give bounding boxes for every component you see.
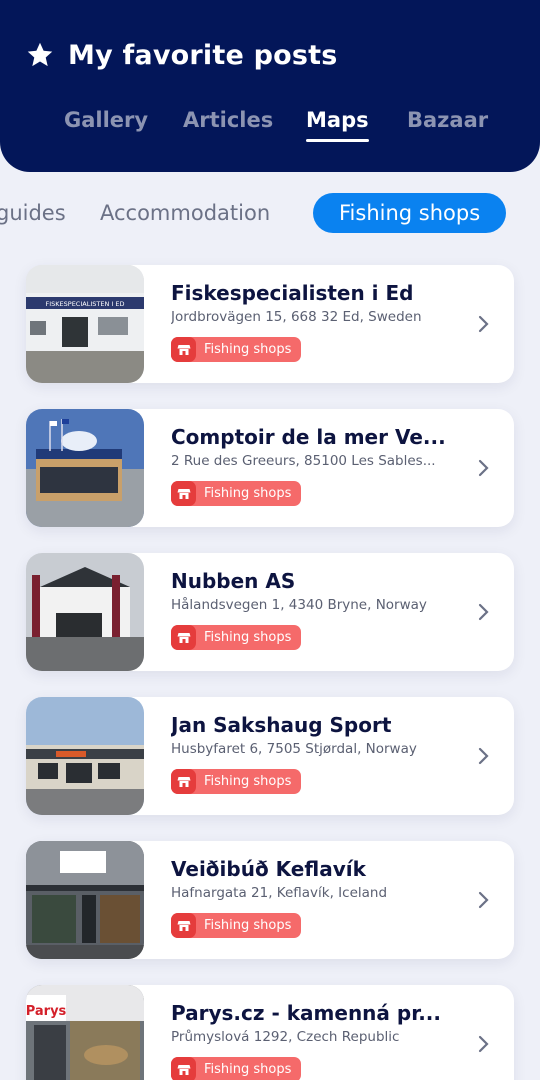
shop-icon xyxy=(171,913,196,938)
category-label: Fishing shops xyxy=(204,918,292,933)
shop-sign: Parys xyxy=(26,1004,67,1019)
list-item[interactable]: Veiðibúð Keflavík Hafnargata 21, Keflaví… xyxy=(26,841,514,959)
place-address: Jordbrovägen 15, 668 32 Ed, Sweden xyxy=(171,309,422,325)
list-item[interactable]: Nubben AS Hålandsvegen 1, 4340 Bryne, No… xyxy=(26,553,514,671)
chevron-right-icon xyxy=(478,1035,489,1053)
filter-accommodation[interactable]: Accommodation xyxy=(100,193,270,233)
title-row: My favorite posts xyxy=(26,36,338,74)
chevron-right-icon xyxy=(478,891,489,909)
tab-maps[interactable]: Maps xyxy=(306,108,369,142)
tab-articles[interactable]: Articles xyxy=(183,108,273,142)
chevron-right-icon xyxy=(478,459,489,477)
list-item[interactable]: FISKESPECIALISTEN I ED Fiskespecialisten… xyxy=(26,265,514,383)
place-name: Fiskespecialisten i Ed xyxy=(171,281,414,305)
place-name: Parys.cz - kamenná pr... xyxy=(171,1001,441,1025)
shop-icon xyxy=(171,769,196,794)
tab-gallery[interactable]: Gallery xyxy=(64,108,148,142)
filter-guides[interactable]: guides xyxy=(0,193,66,233)
tab-bazaar[interactable]: Bazaar xyxy=(407,108,488,142)
list-item[interactable]: Parys Parys.cz - kamenná pr... Průmyslov… xyxy=(26,985,514,1080)
category-label: Fishing shops xyxy=(204,342,292,357)
place-address: Průmyslová 1292, Czech Republic xyxy=(171,1029,400,1045)
star-icon xyxy=(27,42,53,67)
place-name: Veiðibúð Keflavík xyxy=(171,857,366,881)
shop-sign: FISKESPECIALISTEN I ED xyxy=(46,300,125,308)
filter-fishing-shops[interactable]: Fishing shops xyxy=(313,193,507,233)
shop-photo xyxy=(26,409,144,527)
list-item[interactable]: Comptoir de la mer Ve... 2 Rue des Greeu… xyxy=(26,409,514,527)
shop-photo: FISKESPECIALISTEN I ED xyxy=(26,265,144,383)
list-item[interactable]: Jan Sakshaug Sport Husbyfaret 6, 7505 St… xyxy=(26,697,514,815)
place-name: Comptoir de la mer Ve... xyxy=(171,425,446,449)
category-badge: Fishing shops xyxy=(171,769,302,794)
tab-bar: Gallery Articles Maps Bazaar xyxy=(0,108,540,142)
chevron-right-icon xyxy=(478,315,489,333)
place-address: Hålandsvegen 1, 4340 Bryne, Norway xyxy=(171,597,427,613)
category-label: Fishing shops xyxy=(204,486,292,501)
shop-photo xyxy=(26,841,144,959)
shop-icon xyxy=(171,481,196,506)
page-title: My favorite posts xyxy=(68,39,338,71)
place-name: Jan Sakshaug Sport xyxy=(171,713,392,737)
chevron-right-icon xyxy=(478,747,489,765)
category-label: Fishing shops xyxy=(204,630,292,645)
shop-icon xyxy=(171,1057,196,1080)
shop-photo: Parys xyxy=(26,985,144,1080)
category-badge: Fishing shops xyxy=(171,337,302,362)
shop-icon xyxy=(171,337,196,362)
category-badge: Fishing shops xyxy=(171,481,302,506)
category-badge: Fishing shops xyxy=(171,625,302,650)
category-badge: Fishing shops xyxy=(171,913,302,938)
category-badge: Fishing shops xyxy=(171,1057,302,1080)
category-label: Fishing shops xyxy=(204,774,292,789)
category-label: Fishing shops xyxy=(204,1062,292,1077)
chevron-right-icon xyxy=(478,603,489,621)
shop-photo xyxy=(26,553,144,671)
header: My favorite posts Gallery Articles Maps … xyxy=(0,0,540,172)
place-address: 2 Rue des Greeurs, 85100 Les Sables... xyxy=(171,453,436,469)
shop-photo xyxy=(26,697,144,815)
category-filter-bar: guides Accommodation Fishing shops xyxy=(0,193,540,233)
place-name: Nubben AS xyxy=(171,569,296,593)
shop-icon xyxy=(171,625,196,650)
place-address: Hafnargata 21, Keflavík, Iceland xyxy=(171,885,388,901)
place-address: Husbyfaret 6, 7505 Stjørdal, Norway xyxy=(171,741,417,757)
